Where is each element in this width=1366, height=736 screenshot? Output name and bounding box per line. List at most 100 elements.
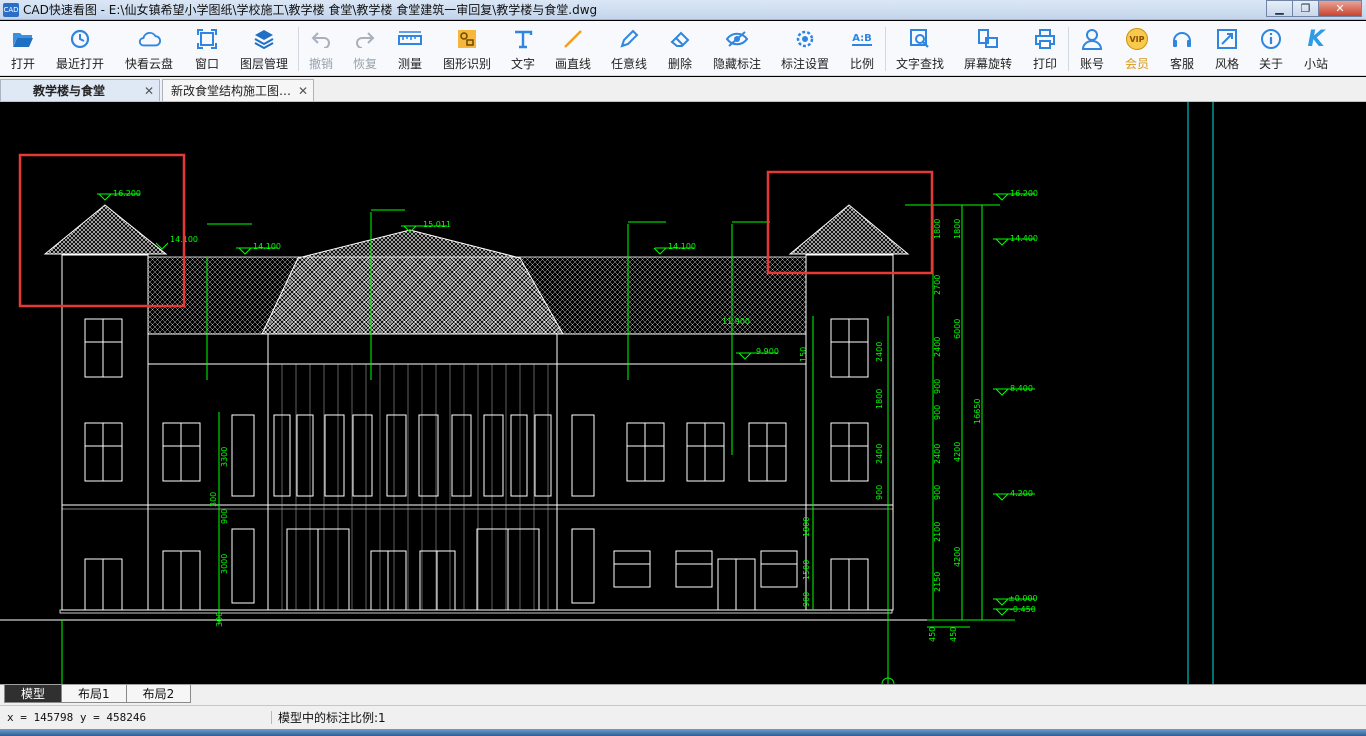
draw-line-button[interactable]: 画直线	[545, 21, 601, 76]
recent-open-button[interactable]: 最近打开	[46, 21, 114, 76]
redo-button[interactable]: 恢复	[343, 21, 387, 76]
layout-tab-model[interactable]: 模型	[4, 685, 63, 703]
k-logo-icon: K	[1304, 26, 1328, 52]
cursor-coordinates: x = 145798 y = 458246	[0, 711, 272, 724]
open-button[interactable]: 打开	[0, 21, 46, 76]
doc-tab-structure[interactable]: 新改食堂结构施工图… ✕	[162, 79, 314, 101]
cloud-disk-label: 快看云盘	[124, 57, 173, 71]
redo-label: 恢复	[352, 57, 377, 71]
style-button[interactable]: 风格	[1205, 21, 1249, 76]
elev-label: 11.900	[722, 317, 750, 326]
text-icon	[511, 27, 535, 51]
dim-value: 150	[799, 347, 808, 362]
dim-value: 4200	[953, 442, 962, 462]
status-bar: x = 145798 y = 458246 模型中的标注比例:1	[0, 705, 1366, 729]
vip-label: 会员	[1124, 57, 1149, 71]
dim-value: 2400	[875, 342, 884, 362]
dim-value: 2150	[933, 572, 942, 592]
elev-label: 14.100	[253, 242, 281, 251]
account-button[interactable]: 账号	[1069, 21, 1115, 76]
dim-value: 1800	[953, 219, 962, 239]
window-label: 窗口	[194, 57, 219, 71]
vip-icon-text: VIP	[1126, 28, 1148, 50]
window-frame-icon	[195, 27, 219, 51]
annotation-settings-button[interactable]: 标注设置	[771, 21, 839, 76]
layout-tab-layout2[interactable]: 布局2	[125, 685, 192, 703]
eraser-icon	[668, 27, 692, 51]
dim-value: 16650	[973, 399, 982, 424]
maximize-button[interactable]: ❐	[1292, 0, 1318, 17]
app-logo-icon: CAD	[3, 2, 19, 17]
about-label: 关于	[1258, 57, 1283, 71]
doc-tab-teaching-canteen[interactable]: 教学楼与食堂 ✕	[0, 79, 160, 101]
headset-icon	[1170, 27, 1194, 51]
elev-label: 16.200	[113, 189, 141, 198]
k-logo-text: K	[1307, 26, 1325, 52]
elev-label: ±0.000	[1008, 594, 1038, 603]
mini-site-button[interactable]: K 小站	[1293, 21, 1339, 76]
delete-label: 删除	[667, 57, 692, 71]
close-icon[interactable]: ✕	[298, 84, 308, 98]
elev-label: 4.200	[1010, 489, 1033, 498]
account-label: 账号	[1079, 57, 1104, 71]
free-line-label: 任意线	[610, 57, 647, 71]
text-button[interactable]: 文字	[501, 21, 545, 76]
style-icon	[1215, 27, 1239, 51]
cornice-band	[147, 333, 807, 365]
cloud-disk-button[interactable]: 快看云盘	[114, 21, 184, 76]
text-search-button[interactable]: 文字查找	[886, 21, 954, 76]
redo-icon	[353, 27, 377, 51]
measure-button[interactable]: 测量	[387, 21, 433, 76]
mini-site-label: 小站	[1303, 57, 1328, 71]
window-title: CAD快速看图 - E:\仙女镇希望小学图纸\学校施工\教学楼 食堂\教学楼 食…	[23, 3, 598, 17]
rotate-screen-label: 屏幕旋转	[963, 57, 1012, 71]
layers-icon	[252, 27, 276, 51]
dim-value: 2400	[875, 444, 884, 464]
hide-annotation-button[interactable]: 隐藏标注	[703, 21, 771, 76]
shape-recognize-label: 图形识别	[442, 57, 491, 71]
annotation-scale-text: 模型中的标注比例:1	[278, 711, 386, 725]
dim-value: 1800	[802, 517, 811, 537]
dim-value: 900	[802, 592, 811, 607]
ruler-icon	[398, 27, 422, 51]
dim-value: 6000	[953, 319, 962, 339]
free-line-button[interactable]: 任意线	[601, 21, 657, 76]
shape-recognize-button[interactable]: 图形识别	[433, 21, 501, 76]
dim-value: 2100	[933, 522, 942, 542]
print-button[interactable]: 打印	[1022, 21, 1068, 76]
dim-value: 300	[209, 492, 218, 507]
drawing-canvas[interactable]: 16.200 14.100 14.100 15.011 14.100 11.90…	[0, 102, 1366, 684]
about-button[interactable]: 关于	[1249, 21, 1293, 76]
rotate-screen-button[interactable]: 屏幕旋转	[954, 21, 1022, 76]
elev-label: 14.400	[1010, 234, 1038, 243]
info-icon	[1259, 27, 1283, 51]
user-icon	[1080, 27, 1104, 51]
layout-tab-layout1[interactable]: 布局1	[61, 685, 127, 703]
left-tower	[61, 254, 149, 611]
ratio-button[interactable]: A:B 比例	[839, 21, 885, 76]
close-button[interactable]: ✕	[1318, 0, 1362, 17]
annotation-settings-icon	[793, 27, 817, 51]
customer-service-label: 客服	[1169, 57, 1194, 71]
cloud-icon	[137, 27, 161, 51]
undo-label: 撤销	[308, 57, 333, 71]
minimize-button[interactable]: ▁	[1266, 0, 1292, 17]
document-tab-bar: 教学楼与食堂 ✕ 新改食堂结构施工图… ✕	[0, 77, 1366, 102]
open-label: 打开	[10, 57, 35, 71]
customer-service-button[interactable]: 客服	[1159, 21, 1205, 76]
title-bar: CAD CAD快速看图 - E:\仙女镇希望小学图纸\学校施工\教学楼 食堂\教…	[0, 0, 1366, 20]
dim-value: 900	[933, 485, 942, 500]
undo-icon	[309, 27, 333, 51]
eye-hide-icon	[725, 27, 749, 51]
main-toolbar: 打开 最近打开 快看云盘 窗口 图层管理 撤销 恢复 测量 图形识别 文字 画直…	[0, 21, 1366, 76]
close-icon[interactable]: ✕	[144, 84, 154, 98]
window-button[interactable]: 窗口	[184, 21, 230, 76]
printer-icon	[1033, 27, 1057, 51]
center-dome-roof	[261, 229, 564, 335]
vip-button[interactable]: VIP 会员	[1115, 21, 1159, 76]
delete-button[interactable]: 删除	[657, 21, 703, 76]
layer-manager-button[interactable]: 图层管理	[230, 21, 298, 76]
dim-value: 900	[220, 509, 229, 524]
undo-button[interactable]: 撤销	[299, 21, 343, 76]
elev-label: -0.450	[1010, 605, 1036, 614]
